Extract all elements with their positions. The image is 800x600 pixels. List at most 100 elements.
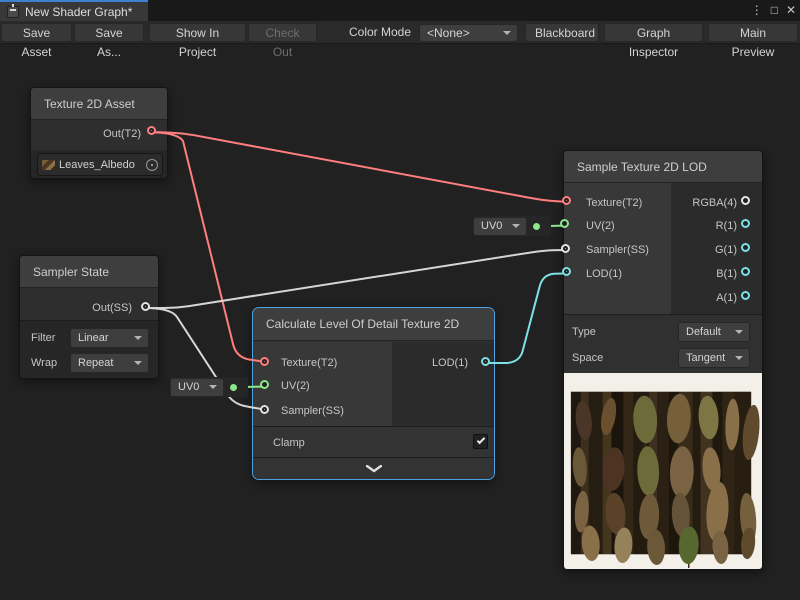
port-label-r-out: R(1) (716, 220, 737, 233)
port-sample-lod-in[interactable] (562, 267, 571, 276)
object-picker-icon[interactable] (146, 159, 158, 171)
texture-asset-name: Leaves_Albedo (59, 159, 142, 171)
uv-channel-chip-sample: UV0 (473, 216, 551, 236)
wrap-value: Repeat (78, 357, 113, 369)
port-calc-texture-in[interactable] (260, 357, 269, 366)
clamp-checkbox[interactable] (473, 434, 488, 449)
port-label-lod-in: LOD(1) (586, 268, 622, 281)
tab-new-shader-graph[interactable]: New Shader Graph* (0, 0, 148, 21)
port-label-sampler-in: Sampler(SS) (281, 405, 344, 418)
shader-graph-window: Texture 2D Asset Out(T2) Leaves_Albedo S… (0, 0, 800, 600)
chevron-down-icon (134, 361, 142, 365)
type-dropdown[interactable]: Default (678, 322, 750, 342)
expander-row[interactable] (253, 457, 494, 479)
node-preview-image (564, 373, 762, 569)
node-sample-texture-2d-lod[interactable]: Sample Texture 2D LOD Texture(T2) UV(2) … (563, 150, 763, 570)
port-label-out-ss: Out(SS) (92, 302, 132, 315)
port-out-t2[interactable] (147, 126, 156, 135)
port-out-ss[interactable] (141, 302, 150, 311)
uv-channel-chip-calc: UV0 (170, 377, 248, 397)
leaves-texture (571, 392, 762, 568)
texture-asset-field[interactable]: Leaves_Albedo (37, 153, 163, 176)
checkmark-icon (477, 436, 485, 444)
port-calc-uv-in[interactable] (260, 380, 269, 389)
chevron-down-icon (735, 330, 743, 334)
chevron-down-icon (134, 336, 142, 340)
port-sample-r-out[interactable] (741, 219, 750, 228)
uv-channel-dropdown[interactable]: UV0 (170, 378, 224, 397)
color-mode-label: Color Mode (349, 23, 411, 42)
port-label-g-out: G(1) (715, 244, 737, 257)
vector2-dot-icon (533, 223, 540, 230)
node-title: Sample Texture 2D LOD (564, 151, 762, 183)
uv-channel-dropdown[interactable]: UV0 (473, 217, 527, 236)
uv-port-stub (224, 377, 243, 397)
chevron-down-icon (366, 465, 382, 473)
graph-inspector-toggle-button[interactable]: Graph Inspector (604, 23, 703, 42)
toolbar: Save Asset Save As... Show In Project Ch… (0, 21, 800, 44)
port-label-out-t2: Out(T2) (103, 128, 141, 141)
controls-area: Leaves_Albedo (31, 150, 167, 178)
blackboard-toggle-button[interactable]: Blackboard (525, 23, 599, 42)
port-label-b-out: B(1) (716, 268, 737, 281)
chevron-down-icon (512, 224, 520, 228)
window-menu-icon[interactable]: ⋮ (751, 2, 763, 18)
space-value: Tangent (686, 352, 725, 364)
color-mode-dropdown[interactable]: <None> (419, 24, 518, 42)
check-out-button: Check Out (248, 23, 317, 42)
clamp-row: Clamp (253, 426, 494, 457)
space-label: Space (572, 348, 603, 368)
save-asset-button[interactable]: Save Asset (1, 23, 72, 42)
tab-title: New Shader Graph* (25, 5, 132, 19)
chevron-down-icon (209, 385, 217, 389)
port-sample-texture-in[interactable] (562, 196, 571, 205)
tab-strip: New Shader Graph* ⋮ □ ✕ (0, 0, 800, 21)
color-mode-value: <None> (427, 26, 470, 40)
vector2-dot-icon (230, 384, 237, 391)
type-value: Default (686, 326, 721, 338)
chevron-down-icon (503, 31, 511, 35)
node-title: Sampler State (20, 256, 158, 288)
port-sample-sampler-in[interactable] (561, 244, 570, 253)
main-preview-toggle-button[interactable]: Main Preview (708, 23, 798, 42)
output-column (392, 342, 494, 426)
wrap-label: Wrap (31, 353, 57, 373)
texture-thumbnail-icon (42, 160, 55, 170)
port-label-sampler-in: Sampler(SS) (586, 244, 649, 257)
space-dropdown[interactable]: Tangent (678, 348, 750, 368)
save-as-button[interactable]: Save As... (74, 23, 144, 42)
controls-area: Type Default Space Tangent (564, 314, 762, 373)
filter-label: Filter (31, 328, 55, 348)
window-maximize-icon[interactable]: □ (771, 2, 778, 18)
uv-port-stub (527, 216, 546, 236)
port-calc-lod-out[interactable] (481, 357, 490, 366)
clamp-label: Clamp (273, 433, 305, 453)
type-label: Type (572, 322, 596, 342)
window-close-icon[interactable]: ✕ (786, 2, 796, 18)
port-sample-a-out[interactable] (741, 291, 750, 300)
uv-channel-value: UV0 (178, 381, 199, 393)
port-label-rgba-out: RGBA(4) (692, 197, 737, 210)
port-calc-sampler-in[interactable] (260, 405, 269, 414)
node-title: Texture 2D Asset (31, 88, 167, 120)
port-label-texture-in: Texture(T2) (281, 357, 337, 370)
wrap-dropdown[interactable]: Repeat (70, 353, 149, 373)
port-label-uv-in: UV(2) (281, 380, 310, 393)
shader-graph-asset-icon (7, 6, 19, 18)
port-sample-b-out[interactable] (741, 267, 750, 276)
port-sample-rgba-out[interactable] (741, 196, 750, 205)
filter-dropdown[interactable]: Linear (70, 328, 149, 348)
node-sampler-state[interactable]: Sampler State Out(SS) Filter Linear Wrap… (19, 255, 159, 379)
output-row (31, 120, 167, 150)
node-calculate-lod-texture-2d[interactable]: Calculate Level Of Detail Texture 2D Tex… (252, 307, 495, 480)
uv-channel-value: UV0 (481, 220, 502, 232)
chevron-down-icon (735, 356, 743, 360)
port-label-texture-in: Texture(T2) (586, 197, 642, 210)
node-title: Calculate Level Of Detail Texture 2D (253, 308, 494, 341)
controls-area: Filter Linear Wrap Repeat (20, 320, 158, 378)
show-in-project-button[interactable]: Show In Project (149, 23, 246, 42)
port-sample-uv-in[interactable] (560, 219, 569, 228)
port-sample-g-out[interactable] (741, 243, 750, 252)
output-row (20, 288, 158, 320)
port-label-a-out: A(1) (716, 292, 737, 305)
